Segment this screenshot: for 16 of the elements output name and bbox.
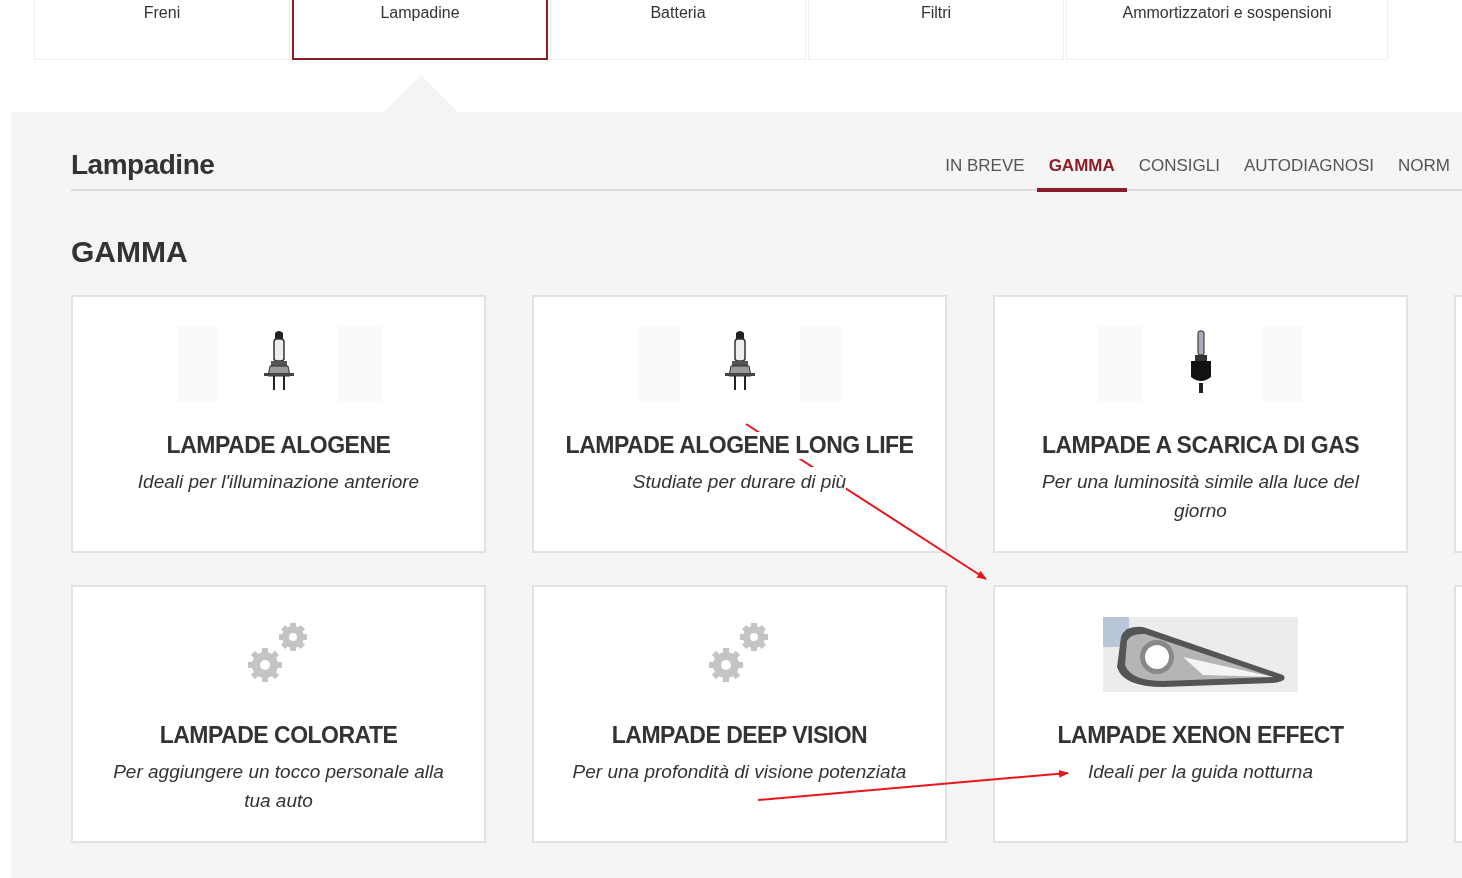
category-tab[interactable]: Freni (34, 0, 290, 60)
category-tab[interactable]: Lampadine (292, 0, 548, 60)
product-card[interactable]: LAMPADE COLORATE Per aggiungere un tocco personale alla tua auto (71, 585, 486, 843)
section-nav-tab[interactable]: CONSIGLI (1126, 156, 1232, 192)
category-tab[interactable]: Batteria (550, 0, 806, 60)
section-title: Lampadine (71, 149, 215, 181)
section-heading: GAMMA (71, 235, 189, 269)
product-card[interactable]: LAMPADE XENON EFFECT Ideali per la guida notturna (993, 585, 1408, 843)
section-nav-tab[interactable]: GAMMA (1036, 156, 1127, 192)
product-title: LAMPADE ALOGENE LONG LIFE (565, 432, 914, 459)
section-nav-tab[interactable]: AUTODIAGNOSI (1232, 156, 1387, 192)
category-tab[interactable]: Ammortizzatori e sospensioni (1066, 0, 1388, 60)
category-tab[interactable]: Filtri (808, 0, 1064, 60)
section-nav-tab[interactable]: IN BREVE (933, 156, 1037, 192)
product-card[interactable]: LAMPADE DEEP VISION Per una profondità di visione potenziata (532, 585, 947, 843)
section-nav-tab[interactable]: NORM (1386, 156, 1462, 192)
